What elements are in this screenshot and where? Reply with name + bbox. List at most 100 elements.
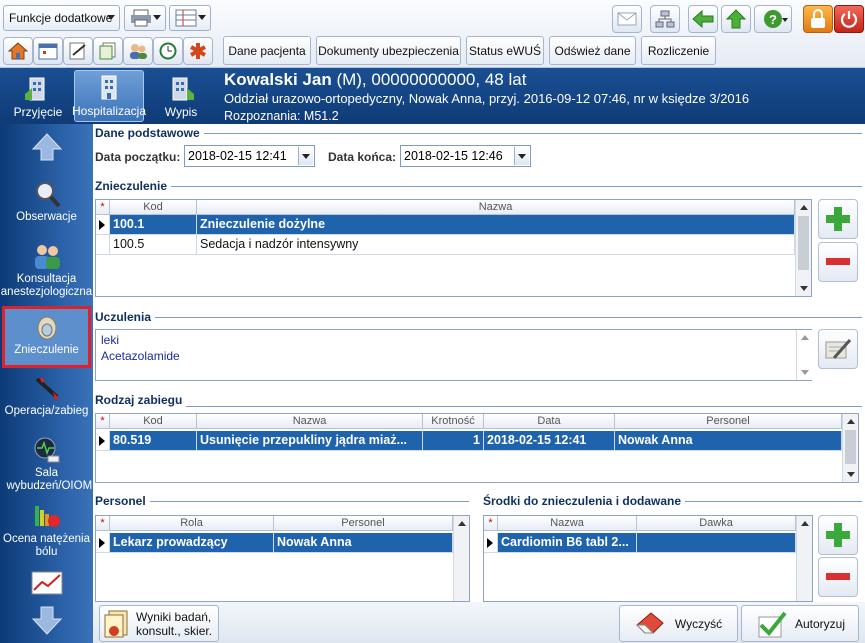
nav-hospitalization[interactable]: Hospitalizacja xyxy=(71,70,147,122)
calendar-button[interactable] xyxy=(33,37,63,65)
table-cell[interactable]: Cardiomin B6 tabl 2... xyxy=(498,533,637,553)
column-header[interactable]: Kod xyxy=(110,414,197,429)
billing-button[interactable]: Rozliczenie xyxy=(641,36,716,65)
scrollbar-thumb[interactable] xyxy=(798,216,809,270)
footer-bar: Wyniki badań, konsult., skier. Wyczyść A… xyxy=(93,602,865,643)
column-header[interactable]: Dawka xyxy=(637,516,796,531)
ewus-status-button[interactable]: Status eWUŚ xyxy=(466,36,544,65)
documents-icon xyxy=(99,42,116,60)
clear-button[interactable]: Wyczyść xyxy=(619,605,738,642)
chevron-down-icon[interactable] xyxy=(514,147,529,165)
scrollbar[interactable] xyxy=(796,330,812,380)
functions-dropdown[interactable]: Funkcje dodatkowe xyxy=(3,5,120,31)
patient-data-button[interactable]: Dane pacjenta xyxy=(223,36,311,65)
nav-hospitalization-label: Hospitalizacja xyxy=(71,104,147,118)
insurance-docs-button[interactable]: Dokumenty ubezpieczenia xyxy=(316,36,461,65)
divider xyxy=(95,317,862,318)
table-cell[interactable]: Znieczulenie dożylne xyxy=(197,215,795,235)
help-button[interactable]: ? xyxy=(754,5,792,33)
sidebar-item-observations[interactable]: Obserwacje xyxy=(0,180,93,224)
scrollbar[interactable] xyxy=(453,516,469,601)
notes-button[interactable] xyxy=(63,37,93,65)
scrollbar-thumb[interactable] xyxy=(845,430,856,464)
scrollbar[interactable] xyxy=(842,414,858,482)
table-cell[interactable]: Lekarz prowadzący xyxy=(110,533,274,553)
authorize-button[interactable]: Autoryzuj xyxy=(741,605,859,642)
table-cell[interactable]: 2018-02-15 12:41 xyxy=(484,431,615,451)
scrollbar[interactable] xyxy=(796,516,812,601)
power-button[interactable] xyxy=(834,5,864,33)
power-icon xyxy=(840,11,858,28)
column-header[interactable]: Nazwa xyxy=(197,414,423,429)
network-button[interactable] xyxy=(650,5,680,33)
building-discharge-icon xyxy=(172,77,194,101)
table-cell[interactable] xyxy=(637,533,796,553)
nav-discharge[interactable]: Wypis xyxy=(146,70,216,122)
nav-admission[interactable]: Przyjęcie xyxy=(3,70,73,122)
column-header[interactable]: Nazwa xyxy=(498,516,637,531)
table-cell[interactable]: 100.1 xyxy=(110,215,197,235)
layout-dropdown[interactable] xyxy=(169,5,211,31)
help-icon: ? xyxy=(764,10,782,28)
scroll-down-icon[interactable] xyxy=(800,286,808,291)
scroll-up-icon[interactable] xyxy=(801,335,809,340)
refresh-data-button[interactable]: Odśwież dane xyxy=(549,36,636,65)
mail-button[interactable] xyxy=(612,5,642,33)
back-button[interactable] xyxy=(688,5,718,33)
chevron-down-icon[interactable] xyxy=(298,147,313,165)
scroll-up-icon[interactable] xyxy=(458,521,466,526)
column-header[interactable]: Nazwa xyxy=(197,200,795,215)
sidebar-item-anesthesia-consult[interactable]: Konsultacja anestezjologiczna xyxy=(0,242,93,299)
scroll-down-icon[interactable] xyxy=(847,472,855,477)
column-header[interactable]: Personel xyxy=(615,414,842,429)
table-cell[interactable]: 80.519 xyxy=(110,431,197,451)
scroll-down-icon[interactable] xyxy=(801,370,809,375)
scrollbar[interactable] xyxy=(795,200,811,296)
start-date-field[interactable]: 2018-02-15 12:41 xyxy=(184,145,315,167)
clock-button[interactable] xyxy=(153,37,183,65)
table-cell[interactable]: Nowak Anna xyxy=(615,431,842,451)
documents-button[interactable] xyxy=(93,37,123,65)
end-date-field[interactable]: 2018-02-15 12:46 xyxy=(400,145,531,167)
home-icon xyxy=(8,42,28,60)
table-cell[interactable]: 100.5 xyxy=(110,235,197,255)
results-button[interactable]: Wyniki badań, konsult., skier. xyxy=(99,605,219,642)
sidebar-item-pain-scale[interactable]: Ocena natężenia bólu xyxy=(0,502,93,559)
chart-trend-icon[interactable] xyxy=(30,570,64,596)
table-cell[interactable]: 1 xyxy=(423,431,484,451)
home-button[interactable] xyxy=(3,37,33,65)
documents-icon xyxy=(104,610,128,637)
scroll-up-arrow-icon[interactable] xyxy=(31,132,63,162)
table-cell[interactable]: Sedacja i nadzór intensywny xyxy=(197,235,795,255)
column-header[interactable]: Kod xyxy=(110,200,197,215)
column-header[interactable]: Personel xyxy=(274,516,453,531)
add-anesthesia-button[interactable] xyxy=(818,199,858,239)
scroll-down-arrow-icon[interactable] xyxy=(31,604,63,636)
users-button[interactable] xyxy=(123,37,153,65)
sidebar-item-recovery-room[interactable]: Sala wybudzeń/OIOM xyxy=(0,436,93,493)
edit-allergies-button[interactable] xyxy=(818,329,858,369)
start-date-label: Data początku: xyxy=(95,150,181,164)
up-button[interactable] xyxy=(721,5,751,33)
scroll-up-icon[interactable] xyxy=(847,419,855,424)
emergency-button[interactable] xyxy=(183,37,213,65)
table-cell[interactable]: Usunięcie przepukliny jądra miaż... xyxy=(197,431,423,451)
remove-anesthesia-button[interactable] xyxy=(818,242,858,282)
sidebar-item-operation[interactable]: Operacja/zabieg xyxy=(0,374,93,418)
lock-button[interactable] xyxy=(803,5,833,33)
print-dropdown[interactable] xyxy=(124,5,166,31)
main-panel: Dane podstawowe Data początku: 2018-02-1… xyxy=(93,124,865,602)
column-header[interactable]: Rola xyxy=(110,516,274,531)
column-header[interactable]: Krotność xyxy=(423,414,484,429)
sidebar-item-anesthesia[interactable]: Znieczulenie xyxy=(2,306,91,368)
scroll-up-icon[interactable] xyxy=(800,205,808,210)
allergies-textbox[interactable]: leki Acetazolamide xyxy=(95,329,812,381)
table-cell[interactable]: Nowak Anna xyxy=(274,533,453,553)
main-toolbar: Funkcje dodatkowe Dane pacjenta Dokument… xyxy=(0,0,865,68)
column-header[interactable]: Data xyxy=(484,414,615,429)
remove-drug-button[interactable] xyxy=(818,557,858,597)
section-drugs: Środki do znieczulenia i dodawane xyxy=(483,494,686,508)
end-date-label: Data końca: xyxy=(328,150,397,164)
scroll-up-icon[interactable] xyxy=(801,521,809,526)
add-drug-button[interactable] xyxy=(818,515,858,555)
